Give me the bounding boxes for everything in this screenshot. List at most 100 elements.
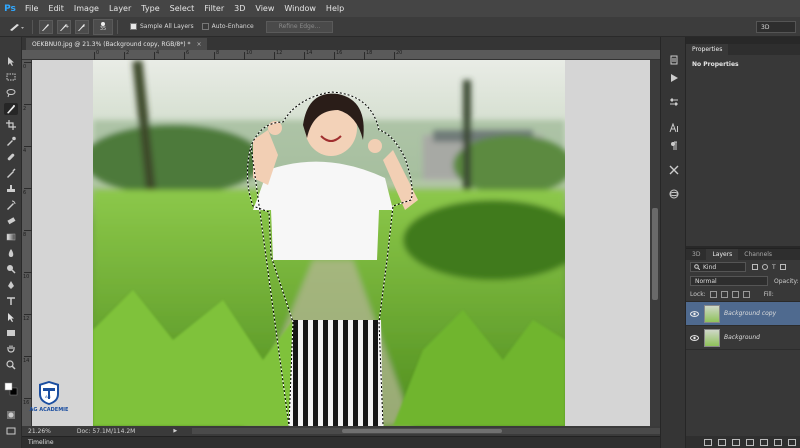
lasso-tool[interactable] bbox=[4, 87, 18, 99]
brush-size-picker[interactable]: 35 bbox=[93, 18, 113, 35]
zoom-level[interactable]: 21.26% bbox=[28, 428, 51, 435]
status-menu-arrow[interactable]: ▶ bbox=[173, 428, 177, 434]
filter-adjustment-icon[interactable] bbox=[762, 264, 768, 270]
stamp-icon bbox=[7, 185, 15, 192]
layer-filter-row: Kind T bbox=[686, 260, 800, 274]
tool-preset-picker[interactable] bbox=[6, 19, 28, 35]
type-tool[interactable] bbox=[4, 295, 18, 307]
layer-row-background[interactable]: Background bbox=[686, 326, 800, 350]
menu-3d[interactable]: 3D bbox=[229, 4, 250, 13]
character-panel-button[interactable] bbox=[667, 121, 681, 134]
blur-tool[interactable] bbox=[4, 247, 18, 259]
layer-row-background-copy[interactable]: Background copy bbox=[686, 302, 800, 326]
photoshop-logo: Ps bbox=[4, 3, 16, 14]
document-tab[interactable]: OEKBNU0.jpg @ 21.3% (Background copy, RG… bbox=[26, 38, 208, 50]
clone-stamp-tool[interactable] bbox=[4, 183, 18, 195]
menu-type[interactable]: Type bbox=[136, 4, 164, 13]
hand-tool[interactable] bbox=[4, 343, 18, 355]
healing-brush-tool[interactable] bbox=[4, 151, 18, 163]
vertical-scrollbar[interactable] bbox=[650, 60, 660, 426]
bandage-icon bbox=[7, 153, 15, 161]
quick-selection-tool[interactable] bbox=[4, 103, 18, 115]
menu-window[interactable]: Window bbox=[279, 4, 321, 13]
new-group-icon[interactable] bbox=[760, 438, 768, 446]
menu-view[interactable]: View bbox=[250, 4, 279, 13]
eraser-tool[interactable] bbox=[4, 215, 18, 227]
sample-all-layers-checkbox[interactable]: Sample All Layers bbox=[130, 23, 194, 30]
ruler-number: 14 bbox=[306, 50, 313, 56]
vertical-scroll-thumb[interactable] bbox=[652, 208, 658, 300]
path-selection-tool[interactable] bbox=[4, 311, 18, 323]
horizontal-scrollbar[interactable] bbox=[192, 428, 672, 434]
gradient-tool[interactable] bbox=[4, 231, 18, 243]
filter-type-icon[interactable]: T bbox=[772, 264, 776, 271]
tool-presets-button[interactable] bbox=[667, 163, 681, 176]
search-icon bbox=[694, 264, 700, 270]
menu-filter[interactable]: Filter bbox=[199, 4, 229, 13]
document-image[interactable] bbox=[93, 60, 565, 426]
delete-layer-icon[interactable] bbox=[788, 438, 796, 446]
eye-icon[interactable] bbox=[686, 310, 702, 317]
add-mask-icon[interactable] bbox=[732, 438, 740, 446]
canvas-area[interactable] bbox=[32, 60, 650, 426]
tab-layers[interactable]: Layers bbox=[706, 249, 739, 260]
color-swatches[interactable] bbox=[4, 379, 18, 399]
quick-mask-button[interactable] bbox=[4, 409, 18, 421]
subtract-from-selection-button[interactable]: - bbox=[75, 19, 89, 34]
eye-icon[interactable] bbox=[686, 334, 702, 341]
brush-tool[interactable] bbox=[4, 167, 18, 179]
lock-all-icon[interactable] bbox=[742, 291, 750, 298]
workspace-switcher[interactable]: 3D bbox=[756, 21, 796, 33]
lock-position-icon[interactable] bbox=[731, 291, 739, 298]
tab-properties[interactable]: Properties bbox=[686, 44, 729, 55]
status-bar: 21.26% Doc: 57.1M/114.2M ▶ bbox=[22, 426, 672, 436]
lock-transparent-icon[interactable] bbox=[709, 291, 717, 298]
3d-panel-button[interactable] bbox=[667, 187, 681, 200]
tab-3d[interactable]: 3D bbox=[686, 249, 706, 260]
ruler-tick bbox=[154, 52, 155, 60]
auto-enhance-box[interactable] bbox=[201, 23, 209, 30]
new-selection-button[interactable] bbox=[39, 19, 53, 34]
blend-mode-select[interactable]: Normal bbox=[690, 276, 768, 286]
pen-tool[interactable] bbox=[4, 279, 18, 291]
shape-tool[interactable] bbox=[4, 327, 18, 339]
timeline-panel-tab[interactable]: Timeline bbox=[22, 436, 660, 448]
menu-image[interactable]: Image bbox=[69, 4, 104, 13]
zoom-tool[interactable] bbox=[4, 359, 18, 371]
layer-kind-filter[interactable]: Kind bbox=[690, 262, 746, 272]
menu-help[interactable]: Help bbox=[321, 4, 349, 13]
history-brush-icon bbox=[7, 200, 16, 210]
eyedropper-tool[interactable] bbox=[4, 135, 18, 147]
actions-panel-button[interactable] bbox=[667, 71, 681, 84]
new-adjustment-icon[interactable] bbox=[746, 438, 754, 446]
adjustments-panel-button[interactable] bbox=[667, 95, 681, 108]
lock-image-icon[interactable] bbox=[720, 291, 728, 298]
ruler-tick bbox=[304, 52, 305, 60]
new-layer-icon[interactable] bbox=[774, 438, 782, 446]
auto-enhance-checkbox[interactable]: Auto-Enhance bbox=[201, 23, 254, 30]
menu-select[interactable]: Select bbox=[165, 4, 200, 13]
close-icon[interactable]: × bbox=[196, 41, 201, 48]
dodge-tool[interactable] bbox=[4, 263, 18, 275]
menu-edit[interactable]: Edit bbox=[43, 4, 69, 13]
ruler-tick bbox=[274, 52, 275, 60]
link-layers-icon[interactable] bbox=[704, 438, 712, 446]
move-tool[interactable] bbox=[4, 55, 18, 67]
add-to-selection-button[interactable]: + bbox=[57, 19, 71, 34]
history-panel-button[interactable] bbox=[667, 53, 681, 66]
refine-edge-button[interactable]: Refine Edge... bbox=[265, 20, 334, 33]
history-brush-tool[interactable] bbox=[4, 199, 18, 211]
filter-shape-icon[interactable] bbox=[779, 264, 786, 270]
marquee-tool[interactable] bbox=[4, 71, 18, 83]
filter-pixel-icon[interactable] bbox=[752, 264, 758, 270]
menu-file[interactable]: File bbox=[20, 4, 43, 13]
screen-mode-button[interactable] bbox=[4, 425, 18, 437]
paragraph-panel-button[interactable] bbox=[667, 139, 681, 152]
layer-style-icon[interactable] bbox=[718, 438, 726, 446]
horizontal-scroll-thumb[interactable] bbox=[342, 429, 502, 433]
menu-layer[interactable]: Layer bbox=[104, 4, 136, 13]
tab-channels[interactable]: Channels bbox=[738, 249, 778, 260]
sample-all-layers-box[interactable] bbox=[130, 23, 137, 30]
ruler-number: 2 bbox=[23, 106, 27, 112]
crop-tool[interactable] bbox=[4, 119, 18, 131]
